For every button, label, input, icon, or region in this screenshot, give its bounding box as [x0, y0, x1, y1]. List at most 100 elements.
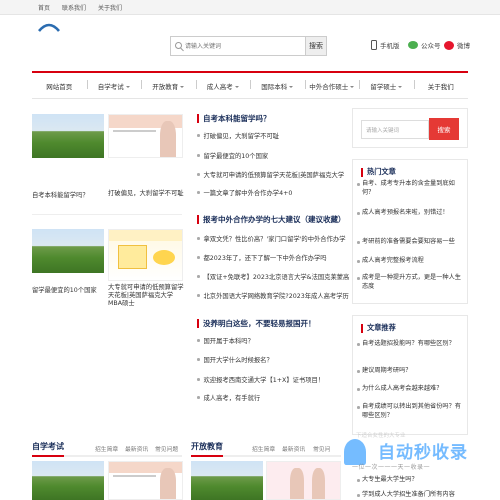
- bottom-mid-title[interactable]: 开放教育: [191, 441, 223, 452]
- bottom-left-accent: [32, 455, 64, 457]
- bottom-mid-tab-1[interactable]: 招生简章: [252, 444, 275, 453]
- recommend-item-2[interactable]: 建议周期考研吗？: [357, 367, 462, 376]
- divider: [32, 214, 182, 215]
- hot-article-5[interactable]: 成考是一种提升方式，更是一种人生态度: [357, 274, 462, 291]
- bottom-left-tab-3[interactable]: 常见问题: [155, 444, 178, 453]
- weibo-link[interactable]: 微博: [444, 40, 470, 50]
- section-title-3[interactable]: 没养明白这些，不要轻易报国开！: [197, 318, 316, 329]
- recommend-item-3[interactable]: 为什么成人高考会越来越难？: [357, 385, 462, 394]
- bottom-left-image-1[interactable]: [32, 461, 104, 500]
- watermark: 下适合女性的大专业 自动秒收录 一位一次一一一天一收录一: [340, 430, 500, 500]
- ad-text-line: [112, 129, 157, 133]
- main-nav: 网站首页 自学考试 开放教育 成人高考 国际本科 中外合作硕士 留学硕士 关于我们: [32, 71, 468, 99]
- bottom-left-title[interactable]: 自学考试: [32, 441, 64, 452]
- list-item[interactable]: 都2023年了，还下了解一下中外合作办学吗: [197, 253, 327, 262]
- ad-person-image: [312, 467, 326, 499]
- recommend-title: 文章推荐: [361, 323, 396, 333]
- chevron-down-icon: [350, 85, 355, 88]
- nav-item-label: 开放教育: [152, 82, 179, 91]
- chevron-down-icon: [289, 85, 294, 88]
- nav-item-label: 网站首页: [46, 82, 73, 91]
- watermark-title: 自动秒收录: [378, 443, 468, 463]
- nav-item-label: 自学考试: [97, 82, 124, 91]
- wechat-link[interactable]: 公众号: [408, 40, 441, 50]
- nav-item-1[interactable]: 自学考试: [86, 79, 142, 91]
- feature-caption-4[interactable]: 大专就可申请的低预算留学天花板|英国萨福克大学MBA硕士: [108, 284, 186, 308]
- hot-articles-title: 热门文章: [361, 167, 396, 177]
- search-input[interactable]: [185, 37, 303, 55]
- bottom-left-tab-2[interactable]: 最新资讯: [125, 444, 148, 453]
- ad-person-image: [290, 467, 304, 499]
- bottom-mid-tab-3[interactable]: 常见问: [313, 444, 330, 453]
- top-link-home[interactable]: 首页: [38, 3, 50, 12]
- top-link-contact[interactable]: 联系我们: [62, 3, 86, 12]
- list-item[interactable]: 一篇文章了解中外合作办学4+0: [197, 188, 293, 197]
- book-header: [109, 230, 182, 241]
- phone-icon: [371, 40, 377, 50]
- bottom-mid-image-1[interactable]: [191, 461, 263, 500]
- weibo-link-label: 微博: [457, 42, 470, 50]
- list-item[interactable]: 成人高考，有手就行: [197, 393, 261, 402]
- chevron-down-icon: [398, 85, 403, 88]
- chevron-down-icon: [125, 85, 130, 88]
- section-title-1[interactable]: 自考本科能留学吗？: [197, 113, 271, 124]
- hot-article-1[interactable]: 自考、成考专升本的含金量到底如何？: [357, 180, 462, 197]
- hot-article-4[interactable]: 成人高考完整报考流程: [357, 257, 462, 266]
- bottom-mid-image-2[interactable]: [266, 461, 341, 500]
- nav-item-label: 中外合作硕士: [309, 82, 349, 91]
- feature-caption-2[interactable]: 打破偏见，大刹留学不可耻: [108, 190, 188, 198]
- recommend-item-4[interactable]: 自考成绩可以转出到其他省份吗？有哪些区别？: [357, 403, 462, 420]
- feature-image-3[interactable]: [32, 229, 104, 273]
- book-ring: [152, 250, 175, 265]
- ad-person-image: [160, 121, 177, 157]
- hot-article-3[interactable]: 考研前的准备需要会要知容易一些: [357, 238, 462, 247]
- right-search-button[interactable]: 搜索: [429, 118, 459, 140]
- feature-image-2[interactable]: [108, 114, 183, 158]
- list-item[interactable]: 国开属于本科吗？: [197, 336, 254, 345]
- chevron-down-icon: [180, 85, 185, 88]
- ad-person-image: [160, 467, 177, 499]
- wechat-icon: [408, 41, 418, 49]
- ad-text-line: [112, 474, 157, 478]
- wechat-link-label: 公众号: [421, 42, 441, 50]
- feature-caption-3[interactable]: 留学最便宜的10个国家: [32, 287, 104, 295]
- list-item[interactable]: 【双证+免联考】2023北京语言大学&法国克莱蒙高: [197, 272, 350, 281]
- list-item[interactable]: 欢迎报考西南交通大学【1+X】证书项目！: [197, 375, 325, 384]
- search-box: [170, 36, 327, 56]
- list-item[interactable]: 拿双文凭？性比价高？'家门口留学'的中外合作办学: [197, 234, 346, 243]
- list-item[interactable]: 国开大学什么时候报名？: [197, 355, 273, 364]
- bottom-left-image-2[interactable]: [108, 461, 183, 500]
- nav-item-label: 成人高考: [206, 82, 233, 91]
- bottom-mid-tab-2[interactable]: 最新资讯: [282, 444, 305, 453]
- mobile-link-label: 手机版: [380, 42, 400, 50]
- feature-image-1[interactable]: [32, 114, 104, 158]
- section-title-2[interactable]: 报考中外合作办学的七大建议（建议收藏）: [197, 214, 346, 225]
- mobile-link[interactable]: 手机版: [371, 40, 400, 50]
- nav-item-label: 留学硕士: [370, 82, 397, 91]
- top-bar: 首页 联系我们 关于我们: [0, 0, 500, 15]
- nav-item-5[interactable]: 中外合作硕士: [304, 79, 360, 91]
- nav-item-4[interactable]: 国际本科: [250, 79, 305, 91]
- nav-item-7[interactable]: 关于我们: [413, 79, 469, 91]
- list-item[interactable]: 打破偏见，大刹留学不可耻: [197, 131, 280, 140]
- search-icon: [175, 42, 182, 49]
- top-link-about[interactable]: 关于我们: [98, 3, 122, 12]
- nav-item-3[interactable]: 成人高考: [195, 79, 251, 91]
- list-item[interactable]: 北京外国语大学网络教育学院?2023年成人高考学历: [197, 291, 349, 300]
- nav-item-label: 国际本科: [261, 82, 288, 91]
- nav-item-6[interactable]: 留学硕士: [359, 79, 414, 91]
- nav-item-2[interactable]: 开放教育: [141, 79, 196, 91]
- bottom-mid-accent: [191, 455, 223, 457]
- bottom-left-tab-1[interactable]: 招生简章: [95, 444, 118, 453]
- feature-image-4[interactable]: [108, 229, 183, 281]
- list-item[interactable]: 大专就可申请的低预算留学天花板|英国萨福克大学: [197, 170, 345, 179]
- book-box: [117, 245, 147, 269]
- right-search-input[interactable]: 请输入关键词: [361, 120, 429, 139]
- nav-item-0[interactable]: 网站首页: [32, 81, 87, 91]
- feature-caption-1[interactable]: 自考本科能留学吗？: [32, 192, 104, 200]
- search-button[interactable]: 搜索: [305, 36, 327, 56]
- list-item[interactable]: 留学最便宜的10个国家: [197, 151, 269, 160]
- recommend-item-1[interactable]: 自考选题招投能吗？有哪些区别？: [357, 340, 462, 349]
- hot-article-2[interactable]: 成人高考预报名来啦，别错过！: [357, 209, 462, 218]
- logo-icon[interactable]: [38, 21, 60, 33]
